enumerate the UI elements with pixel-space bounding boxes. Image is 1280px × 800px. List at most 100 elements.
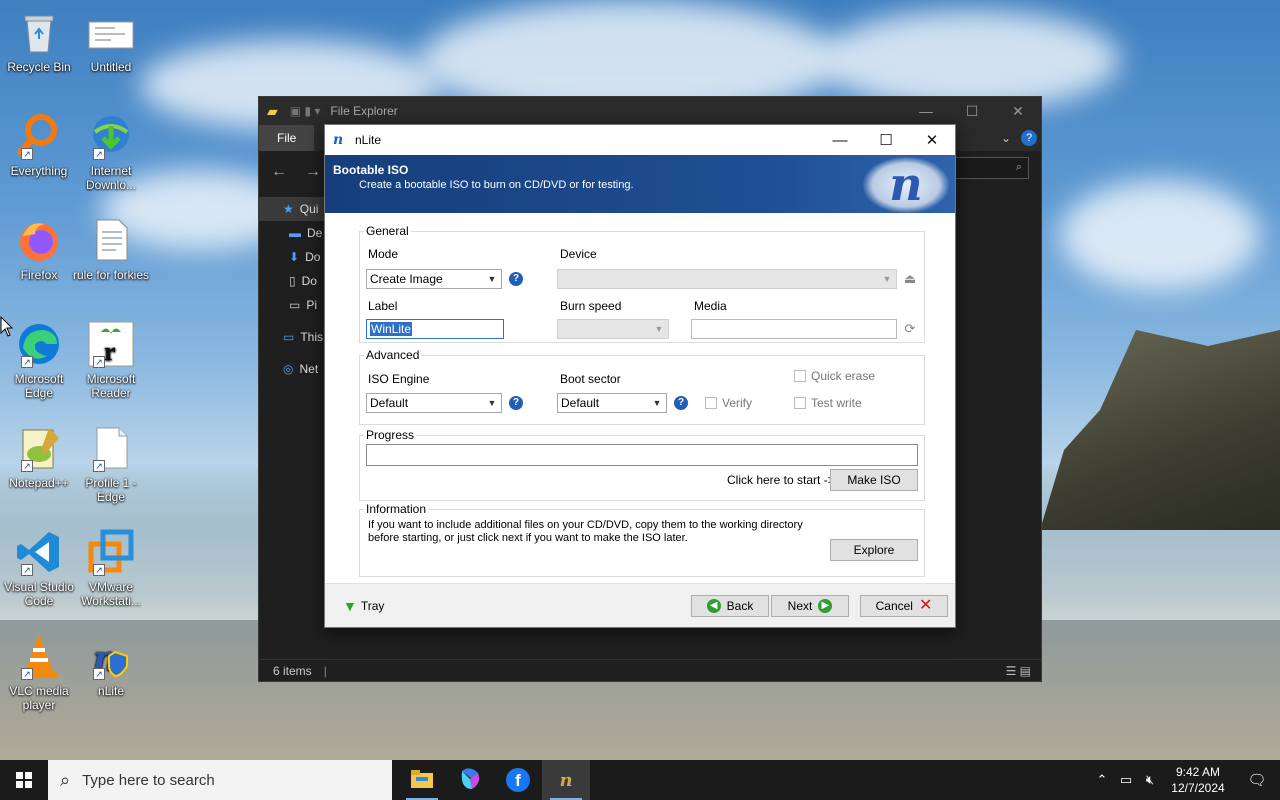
explorer-window-controls: — ☐ ✕	[903, 97, 1041, 125]
maximize-icon[interactable]: ☐	[949, 97, 995, 125]
close-icon[interactable]: ✕	[995, 97, 1041, 125]
shortcut-arrow-icon: ↗	[93, 356, 105, 368]
pictures-icon: ▭	[289, 298, 301, 312]
desktop-icon-vlc[interactable]: ↗ VLC media player	[0, 632, 78, 712]
desktop-icon-label: VMware Workstati...	[81, 580, 141, 608]
page-title: Bootable ISO	[333, 163, 409, 177]
boot-sector-select[interactable]: Default ▼	[557, 393, 667, 413]
taskbar-app-file-explorer[interactable]	[398, 760, 446, 800]
microsoft-reader-icon: r ↗	[87, 320, 135, 368]
taskbar: ⌕ Type here to search f n ⌃ ▭ 🔇︎ 9:42 AM…	[0, 760, 1280, 800]
taskbar-search-box[interactable]: ⌕ Type here to search	[48, 760, 392, 800]
iso-engine-help-icon[interactable]: ?	[509, 396, 523, 410]
desktop-icon-label: Notepad++	[9, 476, 69, 490]
sidebar-item-quick-access[interactable]: ★ Qui	[259, 197, 325, 221]
information-group-title: Information	[364, 502, 429, 516]
volume-muted-icon[interactable]: 🔇︎	[1138, 772, 1162, 788]
burn-speed-label: Burn speed	[560, 299, 622, 313]
desktop-icon-label: Microsoft Reader	[86, 372, 136, 400]
network-icon[interactable]: ▭	[1114, 772, 1138, 788]
file-tab[interactable]: File	[259, 125, 315, 151]
file-icon: ↗	[87, 424, 135, 472]
cancel-button[interactable]: Cancel ✕	[860, 595, 948, 617]
desktop-icon-label: Visual Studio Code	[4, 580, 74, 608]
quick-access-toolbar-icon[interactable]: ▣ ▮ ▾	[290, 104, 321, 118]
mode-label: Mode	[368, 247, 399, 261]
media-field[interactable]	[691, 319, 897, 339]
device-select[interactable]: ▼	[557, 269, 897, 289]
checkbox-box	[794, 397, 806, 409]
burn-speed-select[interactable]: ▼	[557, 319, 669, 339]
document-icon: ▯	[289, 274, 296, 288]
search-icon: ⌕	[1015, 161, 1022, 173]
iso-engine-select[interactable]: Default ▼	[366, 393, 502, 413]
chevron-up-icon[interactable]: ⌃	[1090, 772, 1114, 788]
sidebar-item-this-pc[interactable]: ▭ This	[259, 325, 325, 349]
desktop-icon-microsoft-reader[interactable]: r ↗ Microsoft Reader	[72, 320, 150, 400]
minimize-icon[interactable]: —	[817, 125, 863, 155]
eject-icon[interactable]: ⏏	[903, 272, 917, 286]
desktop-icon-profile-edge[interactable]: ↗ Profile 1 - Edge	[72, 424, 150, 504]
start-button[interactable]	[0, 760, 48, 800]
desktop-icon-recycle-bin[interactable]: Recycle Bin	[0, 8, 78, 74]
back-arrow-icon[interactable]: ←	[271, 163, 287, 181]
nlite-icon: n	[333, 132, 344, 148]
facebook-icon: f	[506, 768, 530, 792]
chevron-down-icon: ▼	[882, 274, 892, 284]
wallpaper-rock	[1040, 330, 1280, 530]
nlite-icon: n ↗	[87, 632, 135, 680]
boot-sector-help-icon[interactable]: ?	[674, 396, 688, 410]
desktop-icon-untitled[interactable]: Untitled	[72, 8, 150, 74]
mode-help-icon[interactable]: ?	[509, 272, 523, 286]
desktop-icon-nlite[interactable]: n ↗ nLite	[72, 632, 150, 698]
help-icon[interactable]: ?	[1021, 130, 1037, 146]
desktop-icon-notepad-plus-plus[interactable]: ↗ Notepad++	[0, 424, 78, 490]
taskbar-app-copilot[interactable]	[446, 760, 494, 800]
explore-button[interactable]: Explore	[830, 539, 918, 561]
file-explorer-icon	[410, 769, 434, 792]
desktop-icon-firefox[interactable]: Firefox	[0, 216, 78, 282]
desktop-icon-vscode[interactable]: ↗ Visual Studio Code	[0, 528, 78, 608]
desktop-icon-rule-for-forkies[interactable]: rule for forkies	[72, 216, 150, 282]
nlite-footer: ▼ Tray ◀ Back Next ▶ Cancel ✕	[325, 583, 955, 627]
maximize-icon[interactable]: ☐	[863, 125, 909, 155]
desktop-icon-internet-download-manager[interactable]: ↗ Internet Downlo...	[72, 112, 150, 192]
taskbar-app-facebook[interactable]: f	[494, 760, 542, 800]
desktop-icon-label: Recycle Bin	[7, 60, 71, 74]
back-button[interactable]: ◀ Back	[691, 595, 769, 617]
shortcut-arrow-icon: ↗	[21, 460, 33, 472]
sidebar-item-downloads[interactable]: ⬇ Do	[259, 245, 325, 269]
sidebar-item-pictures[interactable]: ▭ Pi	[259, 293, 325, 317]
next-button[interactable]: Next ▶	[771, 595, 849, 617]
refresh-icon[interactable]: ⟳	[903, 322, 917, 336]
search-placeholder: Type here to search	[82, 771, 215, 789]
sidebar-item-network[interactable]: ◎ Net	[259, 357, 325, 381]
information-text: If you want to include additional files …	[368, 519, 803, 544]
desktop-icon-everything[interactable]: ↗ Everything	[0, 112, 78, 178]
notification-icon[interactable]: 🗨︎	[1234, 771, 1280, 789]
desktop-icon-label: Internet Downlo...	[85, 164, 137, 192]
wallpaper-cloud	[1060, 180, 1260, 290]
close-icon[interactable]: ✕	[909, 125, 955, 155]
chevron-down-icon[interactable]: ⌄	[1001, 131, 1011, 145]
item-count: 6 items	[273, 663, 312, 678]
start-hint-text: Click here to start ->	[727, 473, 835, 487]
sidebar-item-desktop[interactable]: ▬ De	[259, 221, 325, 245]
verify-checkbox[interactable]: Verify	[705, 396, 752, 410]
explorer-title: File Explorer	[330, 104, 398, 118]
mode-select[interactable]: Create Image ▼	[366, 269, 502, 289]
desktop-icon-vmware[interactable]: ↗ VMware Workstati...	[72, 528, 150, 608]
tray-button[interactable]: ▼ Tray	[343, 598, 384, 614]
test-write-checkbox[interactable]: Test write	[794, 396, 862, 410]
make-iso-button[interactable]: Make ISO	[830, 469, 918, 491]
clock[interactable]: 9:42 AM 12/7/2024	[1162, 764, 1234, 796]
view-toggle-icon[interactable]: ☰ ▤	[1006, 664, 1031, 678]
label-input[interactable]: WinLite	[366, 319, 504, 339]
page-header-banner: Bootable ISO Create a bootable ISO to bu…	[325, 155, 955, 213]
minimize-icon[interactable]: —	[903, 97, 949, 125]
nlite-window[interactable]: n nLite — ☐ ✕ Bootable ISO Create a boot…	[324, 124, 956, 628]
quick-erase-checkbox[interactable]: Quick erase	[794, 369, 875, 383]
taskbar-app-nlite[interactable]: n	[542, 760, 590, 800]
forward-arrow-icon[interactable]: →	[305, 163, 321, 181]
sidebar-item-documents[interactable]: ▯ Do	[259, 269, 325, 293]
